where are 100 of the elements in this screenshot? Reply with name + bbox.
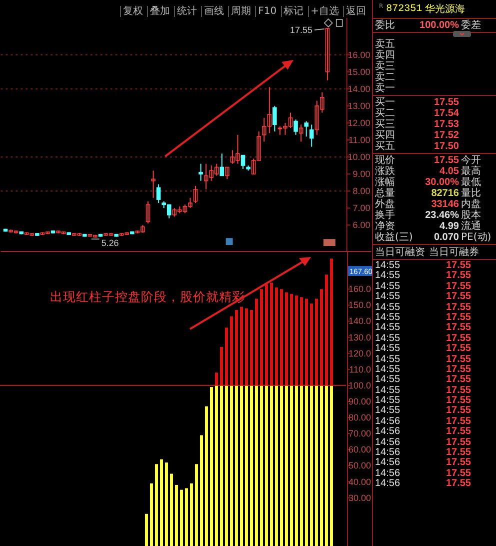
field-label: 买二	[374, 108, 396, 119]
field-value: 23.46%	[424, 210, 459, 221]
tick-time: 14:55	[374, 323, 402, 334]
field-label: 卖一	[374, 83, 396, 94]
tick-time: 14:55	[374, 364, 402, 375]
bar	[150, 483, 153, 546]
collapse-icon[interactable]	[453, 31, 471, 37]
tick-price: 17.55	[444, 375, 471, 386]
field-label: 现价	[374, 155, 396, 166]
field-value: 17.50	[432, 141, 459, 152]
tick-time: 14:55	[374, 282, 402, 292]
field-value: 82716	[430, 188, 459, 199]
tick-time: 14:56	[374, 458, 402, 469]
axis-label: 100.0	[348, 380, 371, 390]
tick-price: 17.55	[444, 479, 471, 490]
axis-label: 60.00	[348, 444, 371, 455]
tick-time: 14:55	[374, 354, 402, 365]
axis-label: 80.00	[348, 412, 371, 423]
tick-price: 17.55	[444, 386, 471, 396]
marker-icon	[226, 238, 233, 246]
tick-time: 14:56	[374, 438, 402, 448]
toolbar-button[interactable]: +自选	[308, 6, 341, 17]
field-value: 4.05	[438, 166, 459, 177]
field-value: 30.00%	[424, 177, 459, 188]
tick-price: 17.55	[444, 396, 471, 406]
tick-price: 17.55	[444, 416, 471, 427]
bar	[190, 483, 193, 546]
marker-icon	[323, 239, 336, 246]
tick-price: 17.55	[444, 261, 471, 271]
tick-time: 14:55	[374, 344, 402, 355]
tick-price: 17.55	[444, 302, 471, 313]
leader-line	[91, 238, 100, 240]
axis-label: 9.00	[352, 169, 370, 179]
field-value: 4.99	[438, 221, 459, 232]
axis-label: 130.0	[348, 332, 371, 342]
bar	[180, 490, 183, 546]
toolbar-button[interactable]: 统计	[174, 6, 200, 17]
bar	[145, 514, 148, 546]
tick-time: 14:56	[374, 468, 402, 479]
axis-label: 14.00	[348, 84, 370, 94]
toolbar-button[interactable]: 标记	[280, 6, 306, 17]
axis-label: 120.0	[348, 348, 371, 358]
axis-label: 30.00	[348, 492, 371, 503]
axis-label: 15.00	[348, 66, 370, 77]
toolbar-button[interactable]: 周期	[228, 6, 254, 17]
tick-price: 17.55	[444, 427, 471, 438]
field-value: 17.52	[432, 130, 459, 141]
square-icon[interactable]	[336, 19, 343, 27]
field-label: 最低	[460, 177, 482, 188]
tick-time: 14:55	[374, 406, 402, 417]
tick-time: 14:55	[374, 271, 402, 282]
field-label: 总量	[374, 188, 396, 199]
field-label: 涨跌	[374, 166, 396, 177]
field-label: 买一	[374, 97, 396, 108]
field-label: 涨幅	[374, 177, 396, 188]
tick-time: 14:55	[374, 312, 402, 323]
tick-price: 17.55	[444, 468, 471, 479]
field-value: 17.55	[432, 155, 459, 166]
axis-label: 7.00	[352, 203, 370, 214]
tick-time: 14:55	[374, 334, 402, 344]
field-label: 今开	[460, 155, 482, 166]
field-label: 净资	[374, 221, 396, 232]
field-value: 17.53	[432, 119, 459, 130]
field-label: PE(动)	[460, 232, 492, 243]
tick-price: 17.55	[444, 334, 471, 344]
toolbar-button[interactable]: 叠加	[147, 6, 172, 17]
diamond-icon[interactable]	[324, 18, 333, 28]
tick-time: 14:55	[374, 386, 402, 396]
tick-price: 17.55	[444, 312, 471, 323]
tick-price: 17.55	[444, 323, 471, 334]
axis-label: 6.00	[352, 220, 370, 230]
tick-price: 17.55	[444, 458, 471, 469]
axis-label: 90.00	[348, 396, 371, 406]
tick-time: 14:56	[374, 416, 402, 427]
field-label: 股本	[460, 210, 482, 221]
axis-label: 70.00	[348, 428, 371, 439]
axis-label: 40.00	[348, 476, 371, 487]
tick-time: 14:56	[374, 427, 402, 438]
field-label: 卖四	[374, 50, 396, 61]
column-header: 当日可融券	[429, 247, 479, 258]
axis-label: 140.0	[348, 316, 371, 326]
toolbar-button[interactable]: 复权	[120, 6, 146, 17]
field-value: 33146	[430, 199, 459, 210]
tick-price: 17.55	[444, 354, 471, 365]
toolbar-button[interactable]: 返回	[343, 6, 368, 17]
field-label: 量比	[460, 188, 482, 199]
price-label: 5.26	[101, 238, 119, 248]
stock-name: 华光源海	[425, 2, 466, 16]
axis-label: 10.00	[348, 152, 370, 162]
field-value: 0.070	[432, 232, 459, 243]
field-label: 委比	[374, 20, 396, 31]
tick-time: 14:56	[374, 448, 402, 458]
tick-price: 17.55	[444, 438, 471, 448]
axis-label: 150.0	[348, 300, 371, 310]
toolbar-button[interactable]: F10	[255, 6, 279, 17]
field-label: 买四	[374, 130, 396, 141]
toolbar-button[interactable]: 画线	[201, 6, 226, 17]
field-label: 买五	[374, 141, 396, 152]
bar	[185, 488, 188, 546]
field-label: 收益(三)	[374, 232, 411, 243]
